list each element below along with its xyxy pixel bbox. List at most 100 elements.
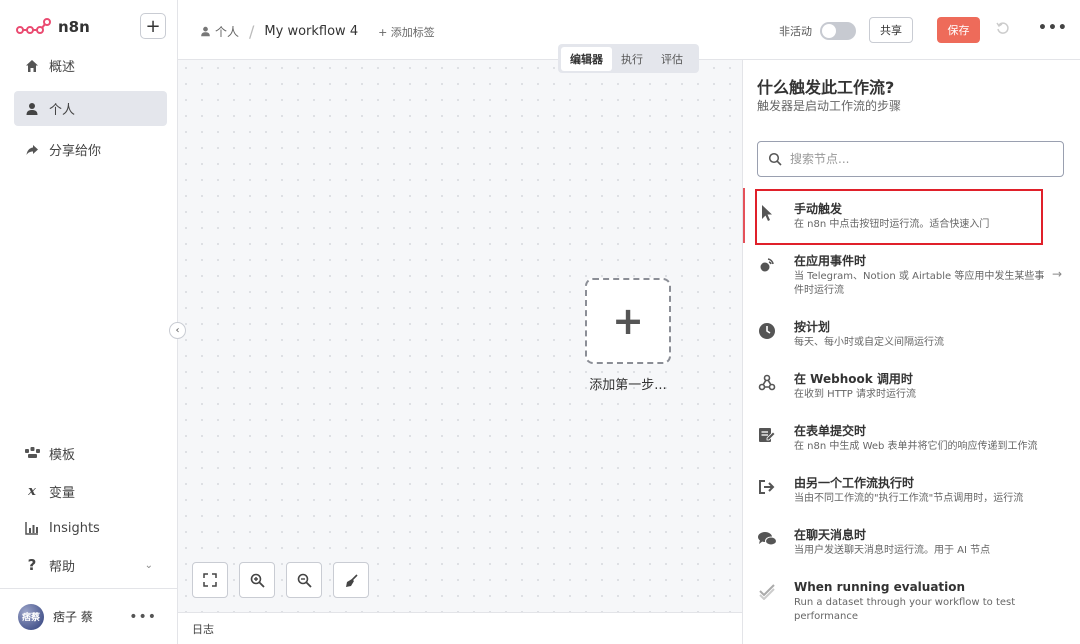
trigger-panel: 什么触发此工作流? 触发器是启动工作流的步骤 手动触发 在 n8n 中点击按钮时…	[742, 60, 1080, 644]
panel-title: 什么触发此工作流?	[757, 78, 895, 97]
node-description: 每天、每小时或自定义间隔运行流	[794, 337, 944, 348]
evaluation-icon	[757, 581, 777, 601]
zoom-out-icon	[297, 573, 312, 588]
home-icon	[24, 58, 40, 74]
sidebar-item-shared[interactable]: 分享给你	[14, 132, 167, 167]
node-name: When running evaluation	[794, 580, 966, 594]
user-name: 痞子 蔡	[53, 610, 93, 624]
active-marker	[743, 188, 745, 243]
status-label: 非活动	[779, 25, 812, 38]
node-name: 在应用事件时	[794, 254, 867, 268]
node-description: Run a dataset through your workflow to t…	[794, 597, 1016, 622]
chevron-left-icon: ‹	[175, 325, 180, 336]
sidebar-item-variables[interactable]: x 变量	[14, 476, 167, 506]
trigger-manual[interactable]: 手动触发 在 n8n 中点击按钮时运行流。适合快速入门	[757, 201, 1067, 232]
node-description: 当用户发送聊天消息时运行流。用于 AI 节点	[794, 545, 991, 556]
active-toggle[interactable]	[820, 22, 856, 40]
fit-view-button[interactable]	[192, 562, 228, 598]
breadcrumb: 个人 / My workflow 4 + 添加标签	[200, 22, 435, 41]
node-name: 在表单提交时	[794, 424, 867, 438]
sidebar-item-label: 个人	[49, 103, 76, 118]
more-options-icon[interactable]: •••	[1038, 20, 1068, 36]
plus-icon: +	[145, 15, 161, 37]
user-menu[interactable]: 痞蔡 痞子 蔡 •••	[0, 588, 177, 644]
breadcrumb-separator: /	[249, 22, 255, 41]
add-button[interactable]: +	[140, 13, 166, 39]
user-icon	[24, 101, 40, 117]
node-description: 在 n8n 中生成 Web 表单并将它们的响应传递到工作流	[794, 441, 1038, 452]
tidy-up-button[interactable]	[333, 562, 369, 598]
chat-icon	[757, 529, 777, 549]
insights-icon	[24, 520, 40, 536]
active-toggle-group: 非活动	[779, 22, 856, 40]
node-description: 当由不同工作流的"执行工作流"节点调用时，运行流	[794, 493, 1024, 504]
trigger-webhook[interactable]: 在 Webhook 调用时 在收到 HTTP 请求时运行流	[757, 371, 1067, 402]
n8n-logo-icon	[16, 18, 51, 34]
mode-tabs: 编辑器 执行 评估	[558, 44, 699, 73]
workflow-name[interactable]: My workflow 4	[264, 24, 358, 39]
trigger-app-event[interactable]: 在应用事件时 当 Telegram、Notion 或 Airtable 等应用中…	[757, 253, 1067, 298]
sidebar-item-help[interactable]: ? 帮助 ⌄	[14, 550, 167, 580]
tab-evaluation[interactable]: 评估	[652, 47, 692, 71]
more-options-icon[interactable]: •••	[129, 609, 157, 625]
zoom-in-button[interactable]	[239, 562, 275, 598]
sidebar-item-label: Insights	[49, 520, 100, 536]
zoom-out-button[interactable]	[286, 562, 322, 598]
tab-editor[interactable]: 编辑器	[561, 46, 612, 71]
node-name: 在 Webhook 调用时	[794, 372, 913, 386]
log-label: 日志	[192, 623, 214, 636]
sidebar-item-label: 概述	[49, 60, 76, 75]
node-description: 在收到 HTTP 请求时运行流	[794, 389, 916, 400]
trigger-schedule[interactable]: 按计划 每天、每小时或自定义间隔运行流	[757, 319, 1067, 350]
node-name: 手动触发	[794, 202, 843, 216]
search-input[interactable]	[790, 152, 1050, 166]
sidebar-item-personal[interactable]: 个人	[14, 91, 167, 126]
trigger-form[interactable]: 在表单提交时 在 n8n 中生成 Web 表单并将它们的响应传递到工作流	[757, 423, 1067, 454]
zoom-in-icon	[250, 573, 265, 588]
add-first-step-button[interactable]: +	[585, 278, 671, 364]
app-name: n8n	[58, 18, 90, 36]
node-description: 在 n8n 中点击按钮时运行流。适合快速入门	[794, 219, 990, 230]
add-first-step-label: 添加第一步...	[589, 378, 667, 393]
trigger-evaluation[interactable]: When running evaluation Run a dataset th…	[757, 579, 1067, 624]
sidebar-item-insights[interactable]: Insights	[14, 513, 167, 543]
search-icon	[768, 152, 782, 166]
clock-icon	[757, 321, 777, 341]
sidebar: n8n + 概述 个人 分享给你 模板 x 变量 Insights ? 帮助 ⌄…	[0, 0, 178, 644]
tab-executions[interactable]: 执行	[612, 47, 652, 71]
plus-icon: +	[612, 299, 644, 343]
app-event-icon	[757, 255, 777, 275]
sidebar-item-label: 模板	[49, 447, 76, 463]
node-search[interactable]	[757, 141, 1064, 177]
chevron-down-icon: ⌄	[144, 559, 153, 571]
templates-icon	[24, 445, 40, 461]
trigger-sub-workflow[interactable]: 由另一个工作流执行时 当由不同工作流的"执行工作流"节点调用时，运行流	[757, 475, 1067, 506]
share-button[interactable]: 共享	[869, 17, 913, 43]
collapse-sidebar-button[interactable]: ‹	[169, 322, 186, 339]
cursor-icon	[757, 203, 777, 223]
history-icon[interactable]	[996, 21, 1012, 37]
sidebar-item-label: 帮助	[49, 559, 76, 575]
variables-icon: x	[28, 483, 36, 499]
arrow-right-icon: →	[1051, 267, 1062, 281]
sidebar-item-label: 分享给你	[49, 144, 102, 159]
node-name: 在聊天消息时	[794, 528, 867, 542]
breadcrumb-owner[interactable]: 个人	[215, 23, 239, 40]
panel-subtitle: 触发器是启动工作流的步骤	[757, 99, 902, 113]
trigger-chat[interactable]: 在聊天消息时 当用户发送聊天消息时运行流。用于 AI 节点	[757, 527, 1067, 558]
sidebar-item-label: 变量	[49, 485, 76, 501]
sidebar-item-overview[interactable]: 概述	[14, 48, 167, 83]
log-bar[interactable]: 日志	[178, 612, 742, 644]
sub-workflow-icon	[757, 477, 777, 497]
avatar: 痞蔡	[18, 603, 44, 630]
broom-icon	[345, 573, 358, 587]
node-name: 由另一个工作流执行时	[794, 476, 915, 490]
sidebar-item-templates[interactable]: 模板	[14, 438, 167, 468]
share-icon	[24, 142, 40, 158]
node-name: 按计划	[794, 320, 831, 334]
save-button[interactable]: 保存	[937, 17, 980, 43]
add-tag-link[interactable]: + 添加标签	[378, 24, 435, 40]
webhook-icon	[757, 373, 777, 393]
form-icon	[757, 425, 777, 445]
node-description: 当 Telegram、Notion 或 Airtable 等应用中发生某些事件时…	[794, 271, 1045, 296]
